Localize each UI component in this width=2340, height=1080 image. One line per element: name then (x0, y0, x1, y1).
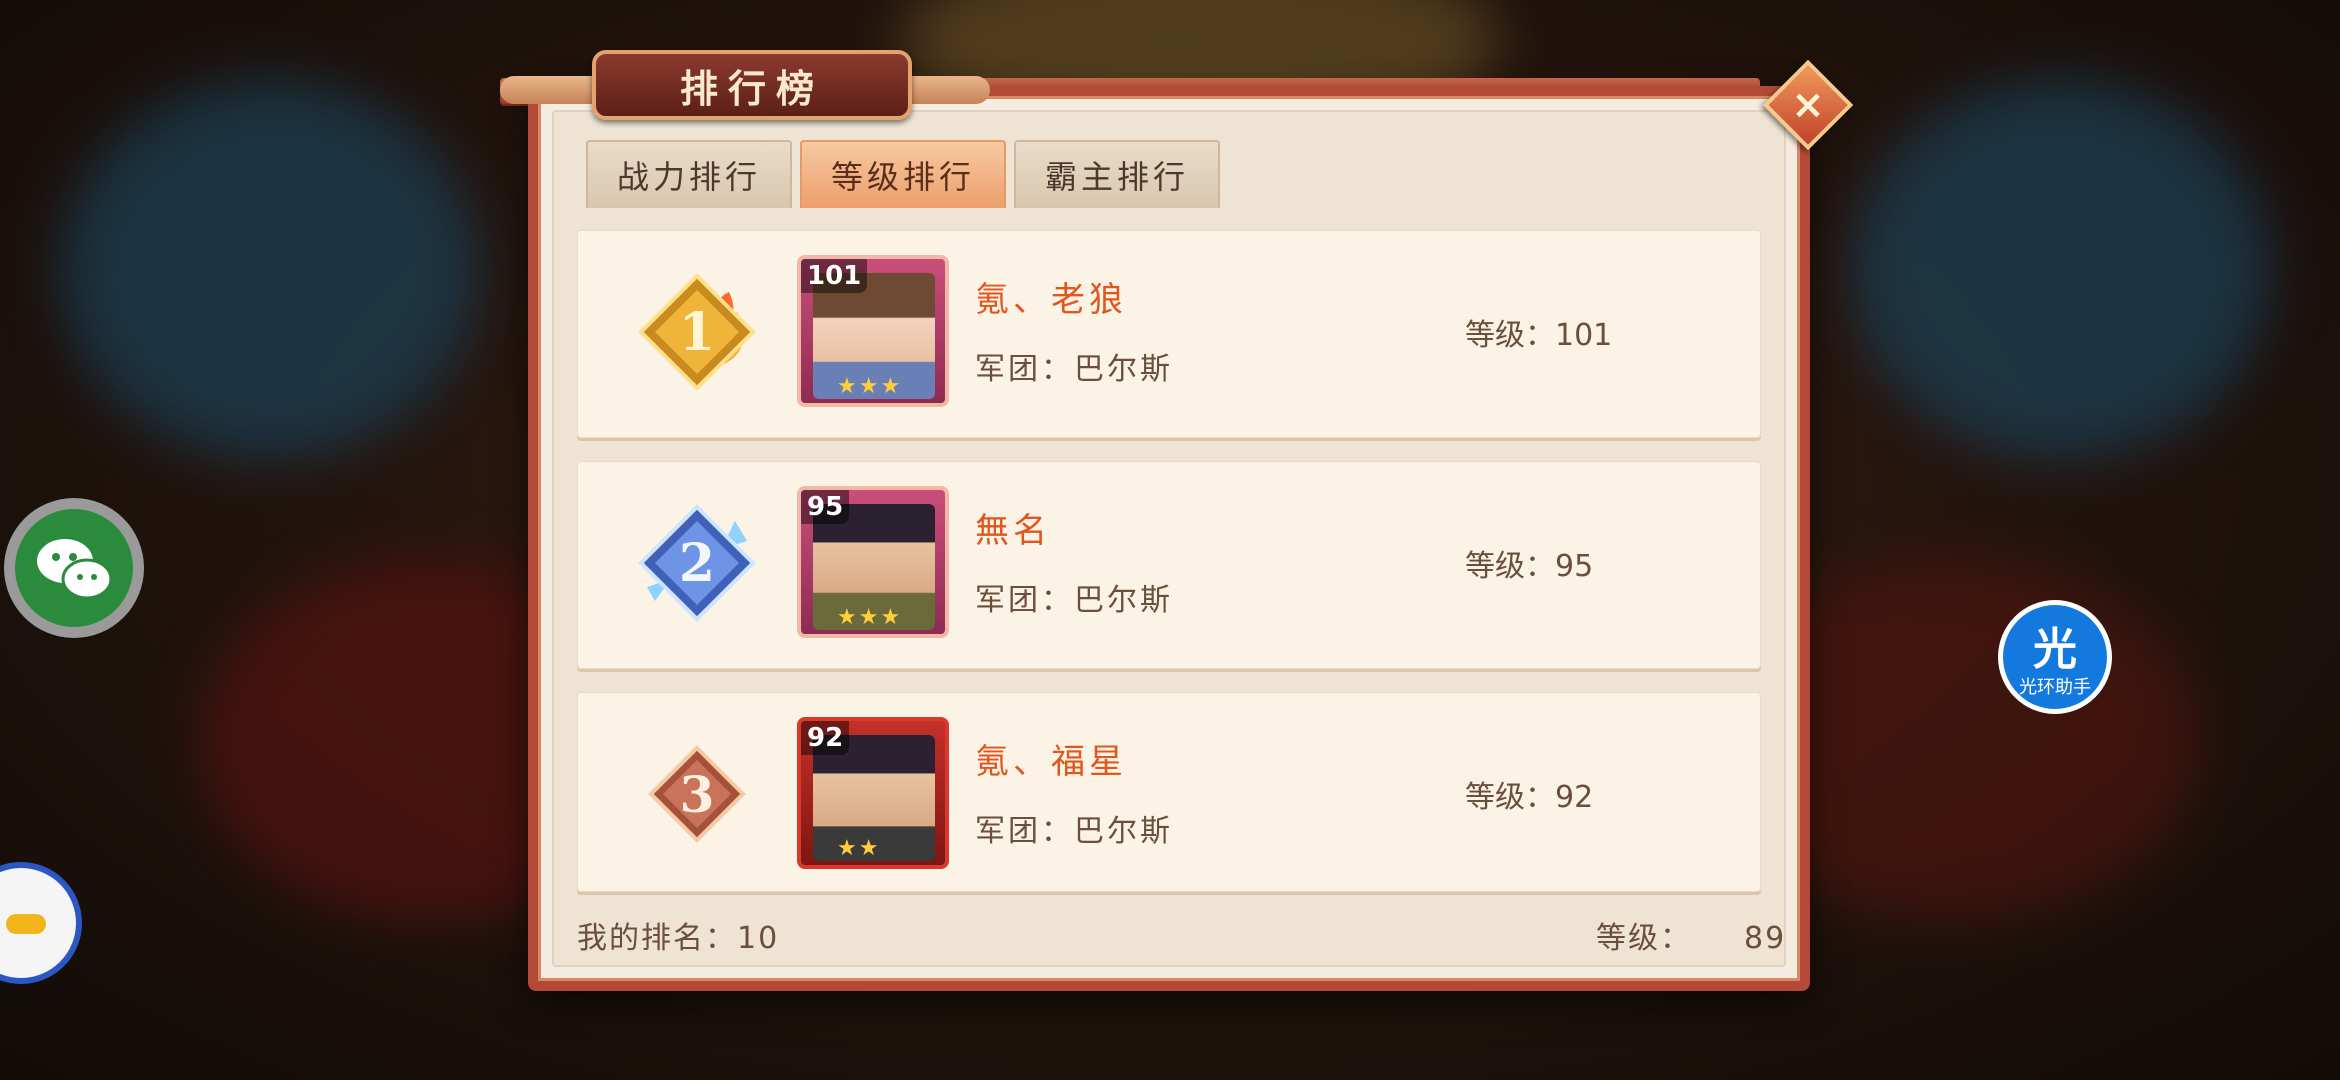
my-level-label: 等级： (1596, 921, 1692, 956)
avatar[interactable]: 95 ★★★ (797, 486, 949, 638)
avatar[interactable]: 92 ★★ (797, 717, 949, 869)
player-level: 等级：101 (1465, 318, 1613, 353)
rank-badge-bronze-icon: 3 (648, 745, 746, 843)
my-level: 等级： 89 (1596, 913, 1786, 957)
tab-level[interactable]: 等级排行 (800, 140, 1006, 208)
ranking-row[interactable]: 2 95 ★★★ 無名 军团：巴尔斯 等级：95 (577, 461, 1761, 669)
halo-assistant-button[interactable]: 光 光环助手 (1998, 600, 2112, 714)
wechat-float-button[interactable] (4, 498, 144, 638)
rank-tabs: 战力排行 等级排行 霸主排行 (586, 140, 1220, 208)
close-icon: × (1791, 82, 1825, 128)
ranking-row[interactable]: 3 92 ★★ 氪、福星 军团：巴尔斯 等级：92 (577, 692, 1761, 892)
rank-badge-silver-icon: 2 (638, 504, 756, 622)
guild-name: 军团：巴尔斯 (975, 583, 1173, 618)
player-name: 氪、老狼 (975, 280, 1127, 320)
halo-assistant-icon: 光 光环助手 (2003, 605, 2107, 709)
panel-title: 排行榜 (592, 50, 912, 120)
tab-combat-power[interactable]: 战力排行 (586, 140, 792, 208)
tab-overlord[interactable]: 霸主排行 (1014, 140, 1220, 208)
avatar-level: 95 (801, 490, 850, 524)
rank-number: 3 (680, 765, 715, 824)
rank-badge-gold-icon: 1 (638, 273, 756, 391)
rank-number: 2 (679, 533, 715, 594)
avatar-level: 92 (801, 721, 850, 755)
rank-number: 1 (679, 302, 715, 363)
star-rating-icon: ★★★ (837, 374, 903, 399)
star-rating-icon: ★★★ (837, 605, 903, 630)
player-level: 等级：95 (1465, 549, 1594, 584)
my-level-value: 89 (1744, 921, 1787, 956)
avatar[interactable]: 101 ★★★ (797, 255, 949, 407)
guild-name: 军团：巴尔斯 (975, 814, 1173, 849)
wechat-icon (15, 509, 133, 627)
halo-logo-text: 光 (2033, 624, 2077, 675)
player-level: 等级：92 (1465, 780, 1594, 815)
star-rating-icon: ★★ (837, 836, 881, 861)
player-name: 氪、福星 (975, 742, 1127, 782)
my-rank: 我的排名：10 (577, 921, 780, 956)
avatar-level: 101 (801, 259, 868, 293)
ranking-row[interactable]: 1 101 ★★★ 氪、老狼 军团：巴尔斯 等级：101 (577, 230, 1761, 438)
player-name: 無名 (975, 511, 1051, 551)
halo-label: 光环助手 (2019, 677, 2091, 698)
guild-name: 军团：巴尔斯 (975, 352, 1173, 387)
